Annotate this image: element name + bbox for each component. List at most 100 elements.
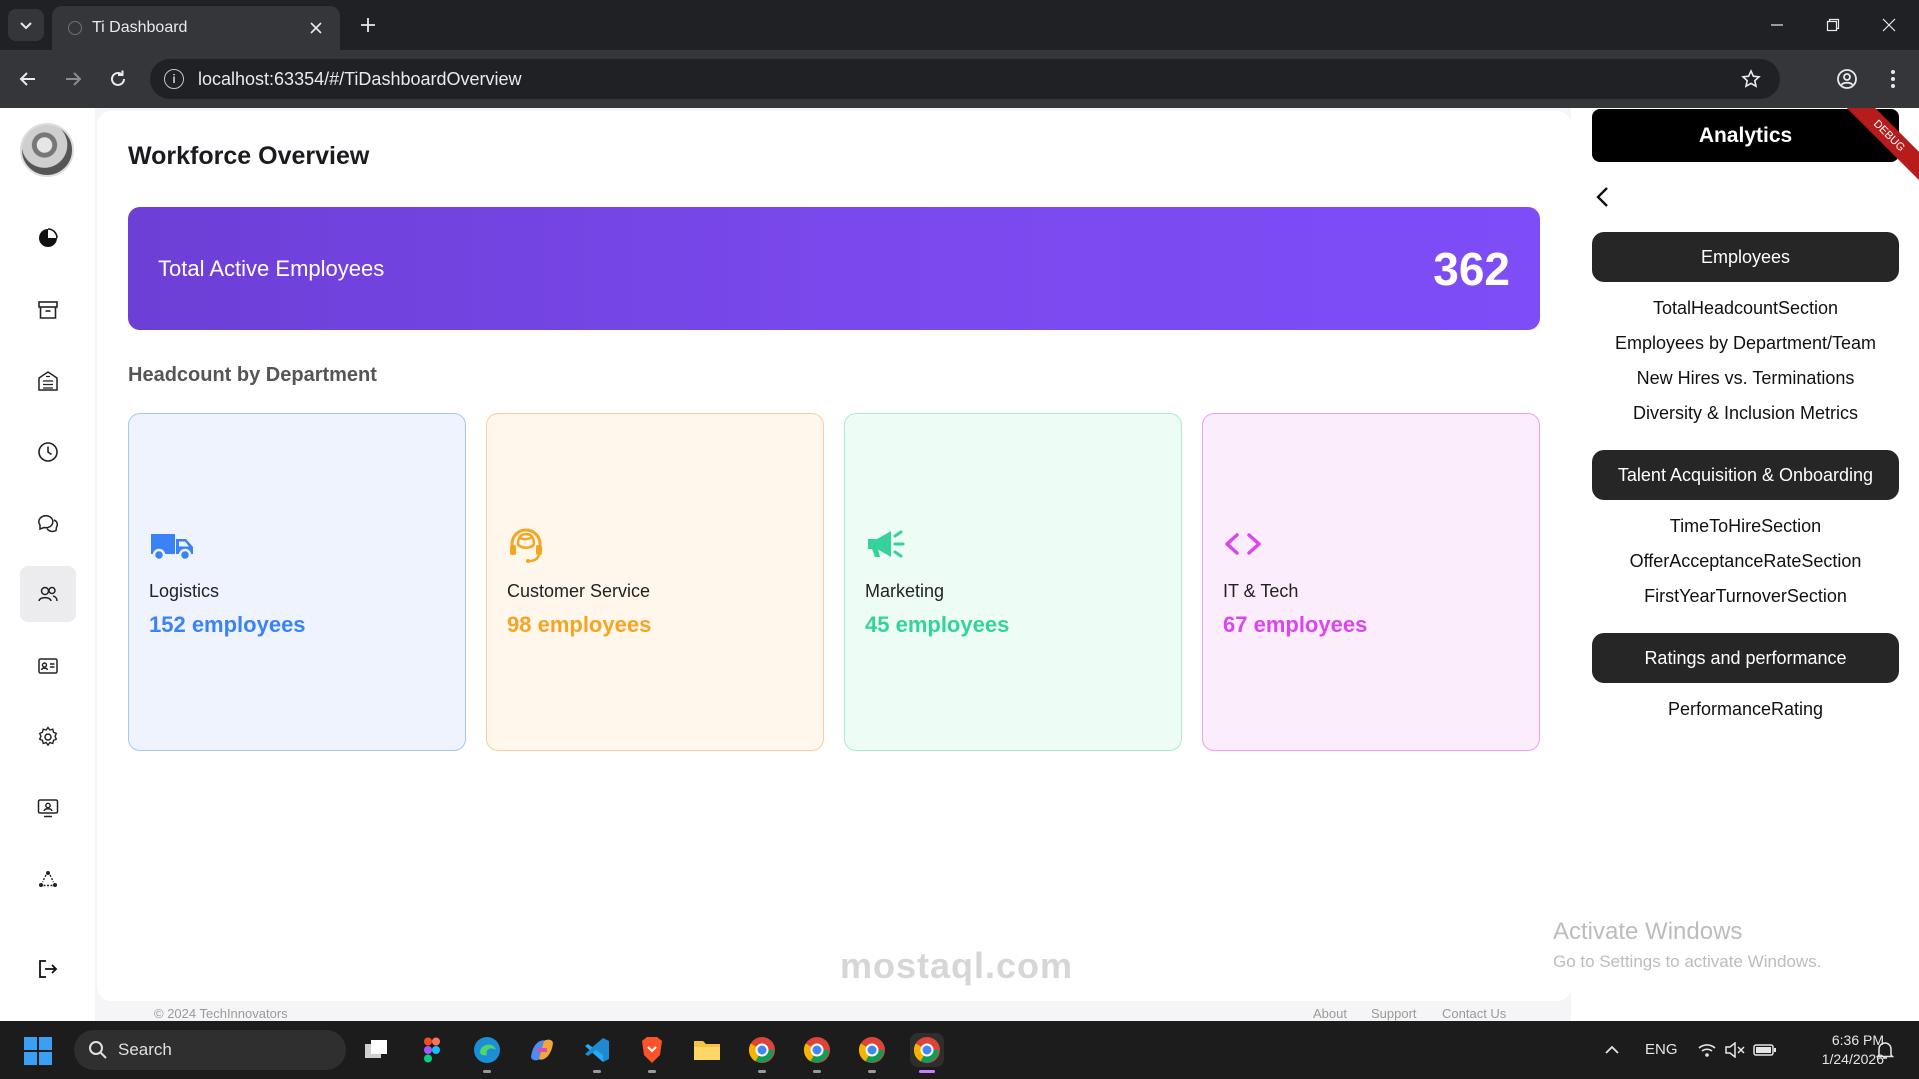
department-card-it-tech[interactable]: IT & Tech 67 employees — [1202, 413, 1540, 751]
chevron-left-icon — [1596, 187, 1608, 207]
taskbar-search[interactable]: Search — [74, 1030, 346, 1070]
taskbar-app-edge[interactable] — [470, 1033, 504, 1073]
section-button-ratings[interactable]: Ratings and performance — [1592, 633, 1899, 683]
running-indicator — [483, 1070, 491, 1073]
tray-overflow-button[interactable] — [1595, 1033, 1629, 1067]
app-viewport: Workforce Overview Total Active Employee… — [0, 108, 1919, 1021]
chrome-icon — [858, 1037, 885, 1063]
activate-windows-subtitle: Go to Settings to activate Windows. — [1553, 952, 1822, 971]
arrow-left-icon — [19, 72, 35, 86]
taskbar-app-copilot[interactable] — [525, 1033, 559, 1067]
tab-close-button[interactable] — [306, 18, 326, 38]
windows-logo-icon — [24, 1052, 37, 1065]
archive-icon — [38, 301, 58, 319]
taskbar-app-chrome-1[interactable] — [745, 1033, 779, 1073]
tray-battery[interactable] — [1748, 1033, 1782, 1067]
browser-tab-bar: Ti Dashboard — [0, 0, 1919, 50]
total-employees-banner: Total Active Employees 362 — [128, 207, 1540, 330]
panel-link-by-department[interactable]: Employees by Department/Team — [1592, 333, 1899, 354]
window-close-button[interactable] — [1866, 10, 1912, 40]
department-card-marketing[interactable]: Marketing 45 employees — [844, 413, 1182, 751]
panel-link-time-to-hire[interactable]: TimeToHireSection — [1592, 516, 1899, 537]
nav-item-buildings[interactable] — [20, 353, 76, 409]
browser-menu-button[interactable] — [1878, 64, 1908, 94]
taskbar-app-chrome-active[interactable] — [910, 1033, 944, 1073]
panel-back-button[interactable] — [1591, 184, 1617, 210]
taskbar-app-brave[interactable] — [635, 1033, 669, 1073]
tab-search-button[interactable] — [8, 9, 44, 41]
language-indicator[interactable]: ENG — [1645, 1041, 1678, 1058]
new-tab-button[interactable] — [354, 11, 382, 39]
taskbar-app-file-explorer[interactable] — [690, 1033, 724, 1067]
nav-item-overview[interactable] — [20, 210, 76, 266]
department-name: Marketing — [865, 581, 945, 601]
restore-button[interactable] — [1810, 10, 1856, 40]
department-card-customer-service[interactable]: Customer Service 98 employees — [486, 413, 824, 751]
headset-icon — [510, 528, 542, 563]
close-icon — [1882, 18, 1896, 32]
footer-link-about[interactable]: About — [1313, 1006, 1347, 1021]
nav-item-workflow[interactable] — [20, 852, 76, 908]
nav-item-time[interactable] — [20, 424, 76, 480]
department-name: Customer Service — [507, 581, 651, 601]
tab-favicon-icon — [68, 21, 82, 35]
panel-link-first-year-turnover[interactable]: FirstYearTurnoverSection — [1592, 586, 1899, 607]
panel-link-total-headcount[interactable]: TotalHeadcountSection — [1592, 298, 1899, 319]
more-vertical-icon — [1891, 70, 1895, 88]
address-url: localhost:63354/#/TiDashboardOverview — [198, 68, 522, 89]
bookmark-star-button[interactable] — [1736, 69, 1766, 89]
section-button-employees[interactable]: Employees — [1592, 232, 1899, 282]
wifi-icon — [1698, 1044, 1716, 1057]
tray-volume[interactable] — [1718, 1033, 1752, 1067]
forward-button[interactable] — [58, 64, 88, 94]
side-navigation — [0, 108, 95, 1021]
panel-link-hires-terminations[interactable]: New Hires vs. Terminations — [1592, 368, 1899, 389]
panel-link-offer-acceptance[interactable]: OfferAcceptanceRateSection — [1592, 551, 1899, 572]
footer-link-contact[interactable]: Contact Us — [1442, 1006, 1506, 1021]
total-employees-label: Total Active Employees — [158, 255, 385, 281]
taskbar-app-chrome-3[interactable] — [855, 1033, 889, 1073]
restore-icon — [1826, 18, 1840, 32]
people-icon — [38, 586, 58, 602]
footer-link-support[interactable]: Support — [1371, 1006, 1417, 1021]
logout-button[interactable] — [20, 941, 76, 997]
gear-icon — [38, 726, 58, 747]
department-count: 152 employees — [149, 612, 306, 637]
user-avatar[interactable] — [20, 123, 74, 177]
debug-label: DEBUG — [1839, 108, 1919, 186]
nav-item-settings[interactable] — [20, 709, 76, 765]
taskbar-app-vscode[interactable] — [580, 1033, 614, 1073]
reload-button[interactable] — [103, 64, 133, 94]
page-title: Workforce Overview — [128, 142, 370, 170]
taskbar-app-chrome-2[interactable] — [800, 1033, 834, 1073]
nav-item-archive[interactable] — [20, 282, 76, 338]
total-employees-value: 362 — [1433, 242, 1510, 295]
browser-tab-active[interactable]: Ti Dashboard — [52, 6, 340, 50]
back-button[interactable] — [13, 64, 43, 94]
taskbar-app-task-view[interactable] — [360, 1033, 394, 1067]
site-info-icon[interactable]: i — [164, 69, 184, 89]
address-bar[interactable]: i localhost:63354/#/TiDashboardOverview — [150, 59, 1780, 99]
department-name: IT & Tech — [1223, 581, 1299, 601]
start-button[interactable] — [24, 1037, 52, 1065]
tab-title: Ti Dashboard — [92, 19, 188, 36]
department-card-logistics[interactable]: Logistics 152 employees — [128, 413, 466, 751]
nav-item-people[interactable] — [20, 566, 76, 622]
panel-link-performance-rating[interactable]: PerformanceRating — [1592, 699, 1899, 720]
profile-button[interactable] — [1832, 64, 1862, 94]
search-icon — [89, 1041, 107, 1059]
plus-icon — [361, 18, 375, 32]
nav-item-training[interactable] — [20, 780, 76, 836]
taskbar-app-figma[interactable] — [415, 1033, 449, 1067]
nav-item-id-card[interactable] — [20, 638, 76, 694]
debug-banner: DEBUG — [1791, 108, 1919, 188]
nav-item-messages[interactable] — [20, 495, 76, 551]
panel-link-diversity[interactable]: Diversity & Inclusion Metrics — [1592, 403, 1899, 424]
department-name: Logistics — [149, 581, 220, 601]
logout-icon — [39, 960, 58, 978]
minimize-button[interactable] — [1754, 10, 1800, 40]
arrow-right-icon — [66, 72, 82, 86]
section-button-talent-acquisition[interactable]: Talent Acquisition & Onboarding — [1592, 450, 1899, 500]
tray-notifications[interactable] — [1868, 1033, 1902, 1067]
recycle-icon — [39, 871, 57, 887]
